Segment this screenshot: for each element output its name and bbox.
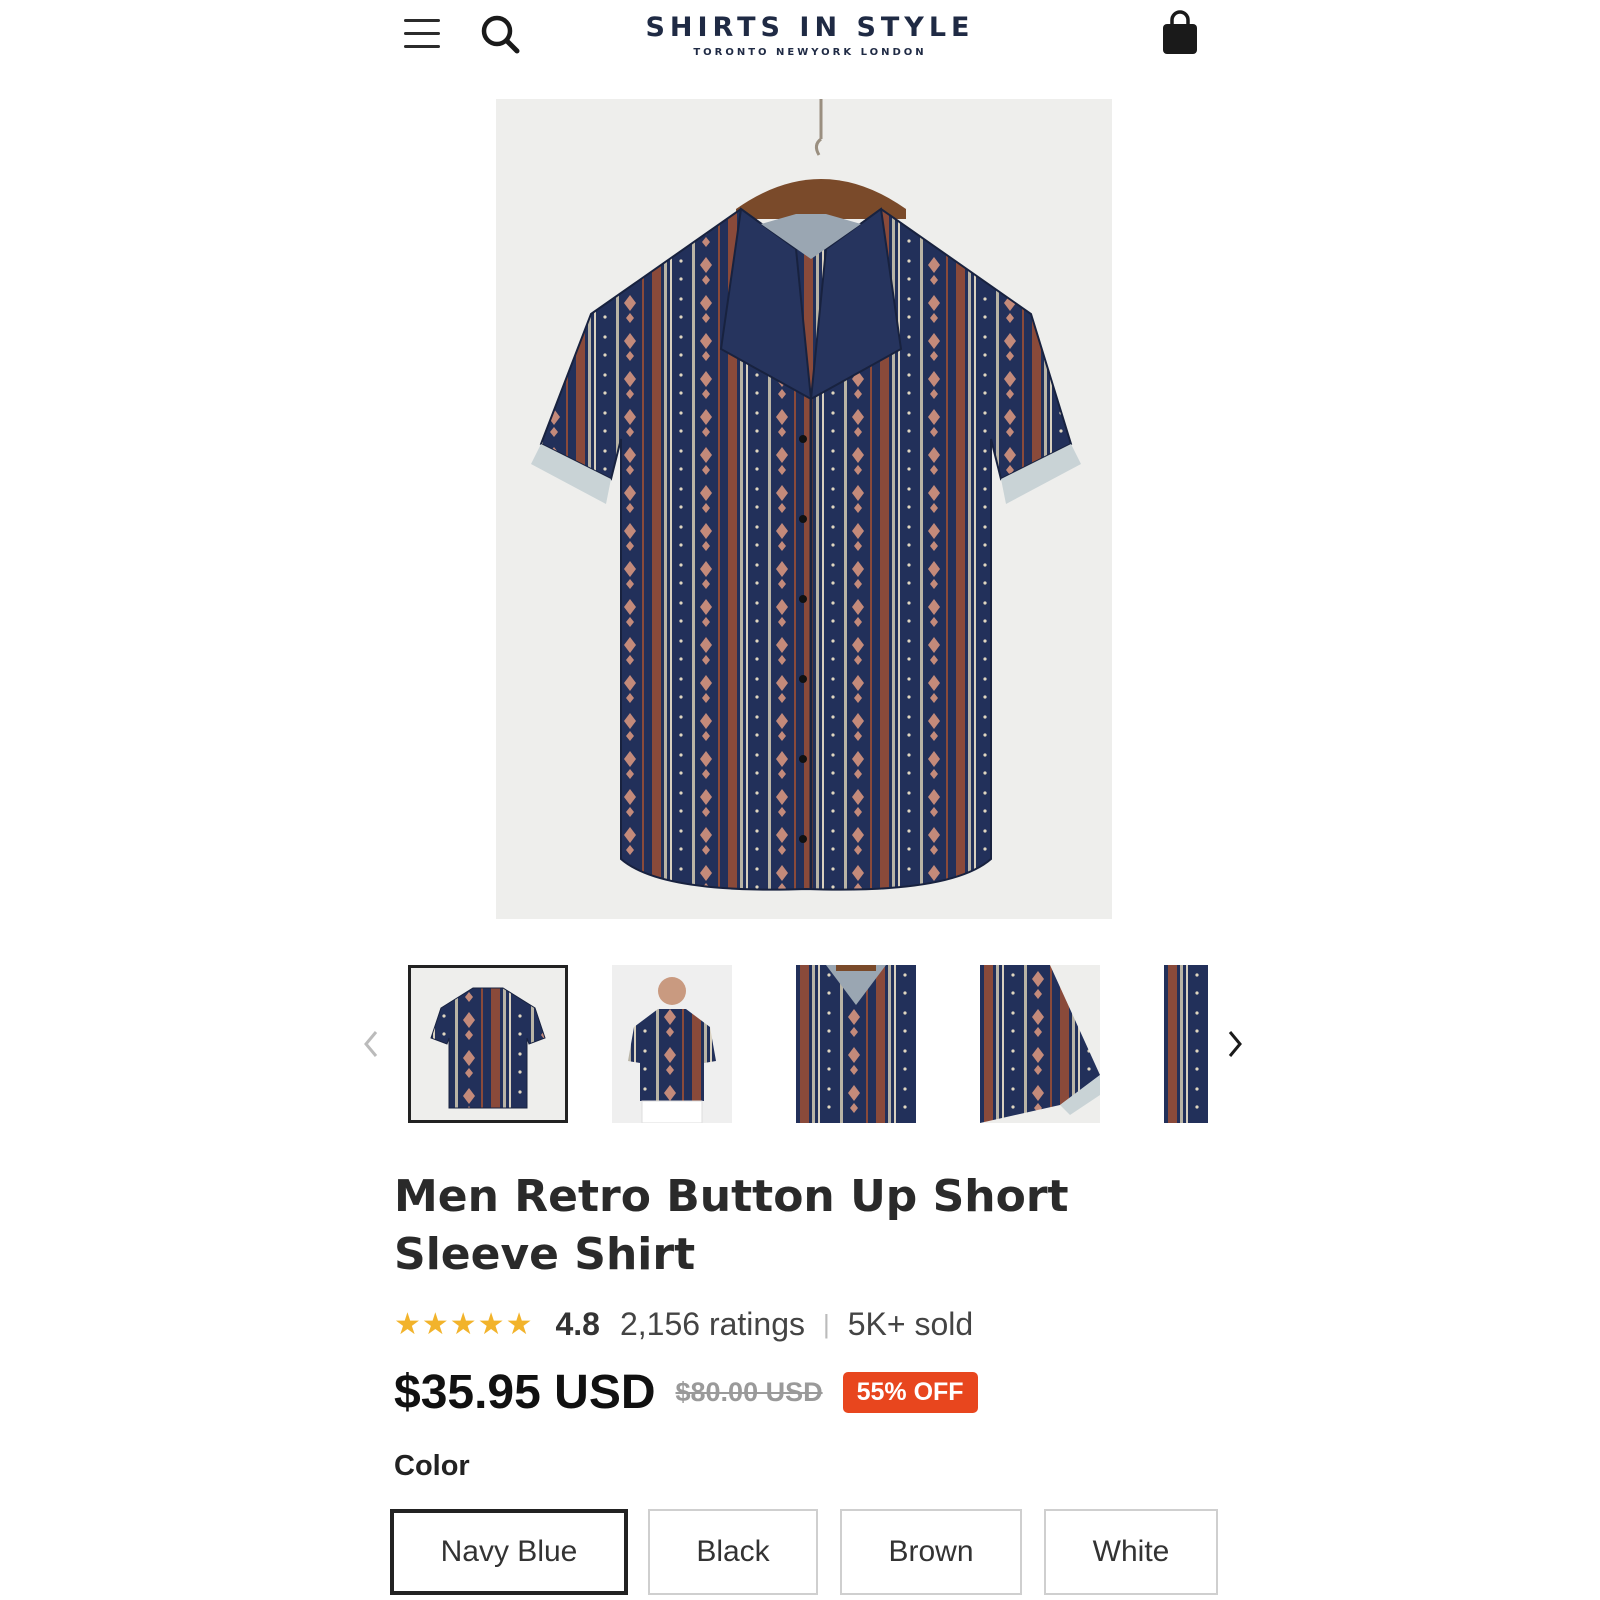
product-main-image[interactable] [496, 99, 1112, 919]
star-rating-icon: ★★★★★ [394, 1307, 534, 1341]
thumbnail-collar-detail[interactable] [796, 965, 916, 1123]
brand-name: SHIRTS IN STYLE [645, 12, 975, 43]
site-header: SHIRTS IN STYLE TORONTO NEWYORK LONDON [0, 0, 1600, 80]
product-title: Men Retro Button Up Short Sleeve Shirt [394, 1171, 1069, 1280]
color-option-black[interactable]: Black [648, 1509, 818, 1595]
original-price: $80.00 USD [675, 1376, 823, 1407]
chevron-left-icon[interactable] [358, 1026, 384, 1062]
brand-logo[interactable]: SHIRTS IN STYLE TORONTO NEWYORK LONDON [640, 12, 980, 58]
thumbnail-shirt-front[interactable] [408, 965, 568, 1123]
thumbnail-fabric-detail[interactable] [1164, 965, 1208, 1123]
hamburger-menu-icon[interactable] [402, 16, 442, 52]
rating-row: ★★★★★ 4.8 2,156 ratings | 5K+ sold [394, 1304, 973, 1344]
price-row: $35.95 USD $80.00 USD 55% OFF [394, 1362, 978, 1422]
shopping-bag-icon[interactable] [1160, 10, 1200, 56]
color-option-brown[interactable]: Brown [840, 1509, 1022, 1595]
ratings-count-link[interactable]: 2,156 ratings [620, 1306, 805, 1343]
search-icon[interactable] [478, 12, 522, 56]
thumbnail-model-wearing[interactable] [612, 965, 732, 1123]
discount-badge: 55% OFF [842, 1371, 978, 1413]
thumbnail-sleeve-detail[interactable] [980, 965, 1100, 1123]
rating-value: 4.8 [555, 1305, 600, 1342]
sold-count: 5K+ sold [847, 1305, 974, 1342]
color-option-white[interactable]: White [1044, 1509, 1218, 1595]
color-label: Color [394, 1450, 470, 1482]
chevron-right-icon[interactable] [1222, 1026, 1248, 1062]
brand-tagline: TORONTO NEWYORK LONDON [693, 47, 927, 58]
sale-price: $35.95 USD [394, 1365, 656, 1419]
color-option-navy-blue[interactable]: Navy Blue [390, 1509, 628, 1595]
divider: | [822, 1308, 830, 1339]
